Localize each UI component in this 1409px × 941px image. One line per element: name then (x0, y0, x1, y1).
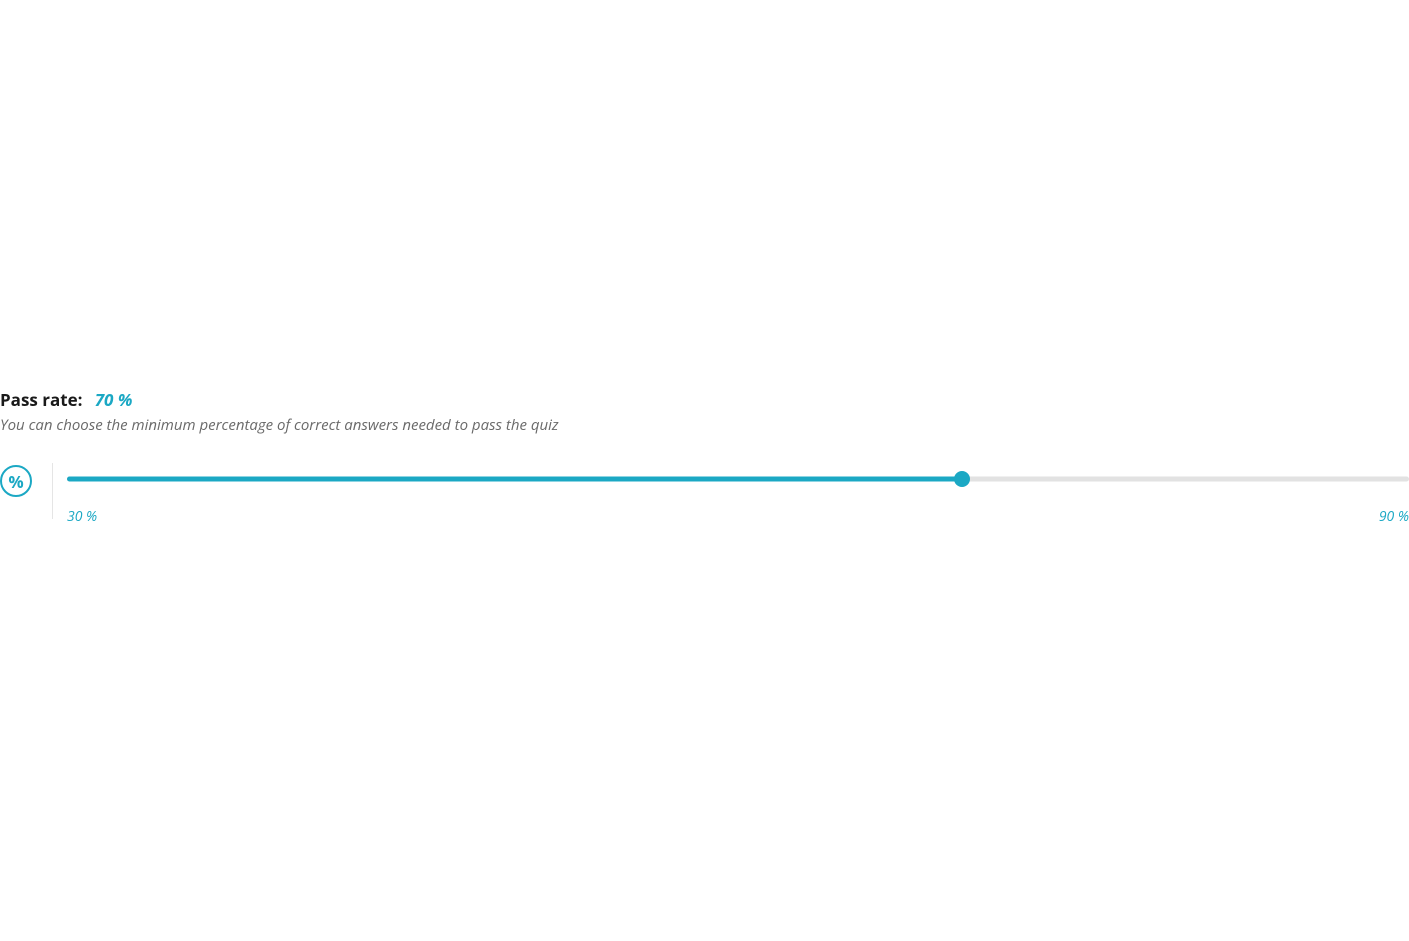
pass-rate-slider[interactable] (67, 471, 1409, 487)
slider-fill (67, 477, 962, 482)
vertical-divider (52, 463, 53, 519)
slider-max-label: 90 % (1379, 507, 1409, 526)
pass-rate-label: Pass rate: (0, 388, 83, 411)
slider-thumb[interactable] (954, 471, 970, 487)
pass-rate-value: 70 % (95, 388, 133, 411)
pass-rate-description: You can choose the minimum percentage of… (0, 415, 1409, 435)
slider-min-label: 30 % (67, 507, 97, 526)
percent-icon-container: % (0, 463, 32, 497)
percent-icon: % (0, 465, 32, 497)
